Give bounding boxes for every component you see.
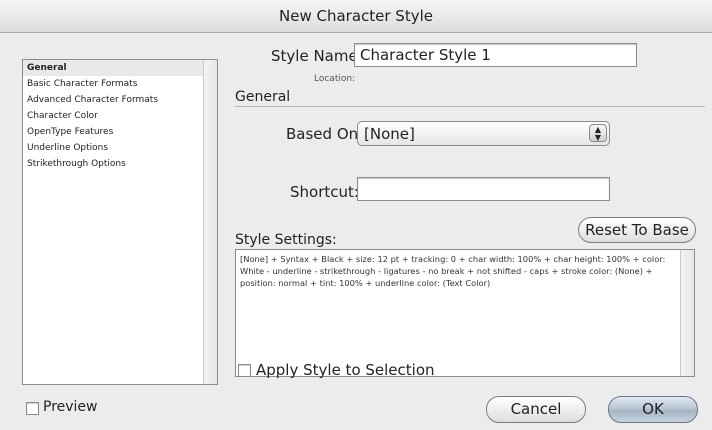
dialog-body: General Basic Character Formats Advanced… (0, 33, 712, 430)
style-name-input[interactable] (354, 43, 637, 67)
preview-checkbox[interactable] (26, 402, 39, 415)
sidebar-item-strikethrough-options[interactable]: Strikethrough Options (23, 156, 217, 172)
sidebar-item-general[interactable]: General (23, 60, 217, 76)
ok-button[interactable]: OK (608, 396, 698, 423)
style-settings-scrollbar[interactable] (680, 250, 694, 376)
sidebar-item-basic-character-formats[interactable]: Basic Character Formats (23, 76, 217, 92)
cancel-button[interactable]: Cancel (486, 396, 586, 423)
shortcut-input[interactable] (357, 177, 610, 201)
based-on-dropdown[interactable]: [None] ▲ ▼ (357, 121, 610, 146)
sidebar-item-opentype-features[interactable]: OpenType Features (23, 124, 217, 140)
category-list[interactable]: General Basic Character Formats Advanced… (22, 59, 218, 385)
style-settings-text: [None] + Syntax + Black + size: 12 pt + … (240, 254, 666, 288)
window-title: New Character Style (279, 7, 433, 25)
preview-label[interactable]: Preview (43, 399, 98, 415)
style-settings-box: [None] + Syntax + Black + size: 12 pt + … (235, 249, 695, 377)
sidebar-item-underline-options[interactable]: Underline Options (23, 140, 217, 156)
apply-style-checkbox[interactable] (238, 364, 251, 377)
sidebar-item-advanced-character-formats[interactable]: Advanced Character Formats (23, 92, 217, 108)
shortcut-label: Shortcut: (290, 183, 359, 201)
section-divider (235, 106, 705, 107)
location-label: Location: (314, 74, 356, 84)
based-on-label: Based On: (286, 125, 364, 143)
section-title-general: General (235, 89, 291, 105)
dropdown-arrows-icon: ▲ ▼ (589, 124, 607, 142)
category-list-scrollbar[interactable] (203, 60, 217, 384)
based-on-value: [None] (364, 125, 415, 143)
style-name-label: Style Name: (271, 47, 363, 65)
apply-style-label[interactable]: Apply Style to Selection (256, 361, 435, 379)
reset-to-base-button[interactable]: Reset To Base (578, 217, 696, 243)
title-bar: New Character Style (0, 0, 712, 33)
style-settings-label: Style Settings: (235, 232, 337, 248)
sidebar-item-character-color[interactable]: Character Color (23, 108, 217, 124)
